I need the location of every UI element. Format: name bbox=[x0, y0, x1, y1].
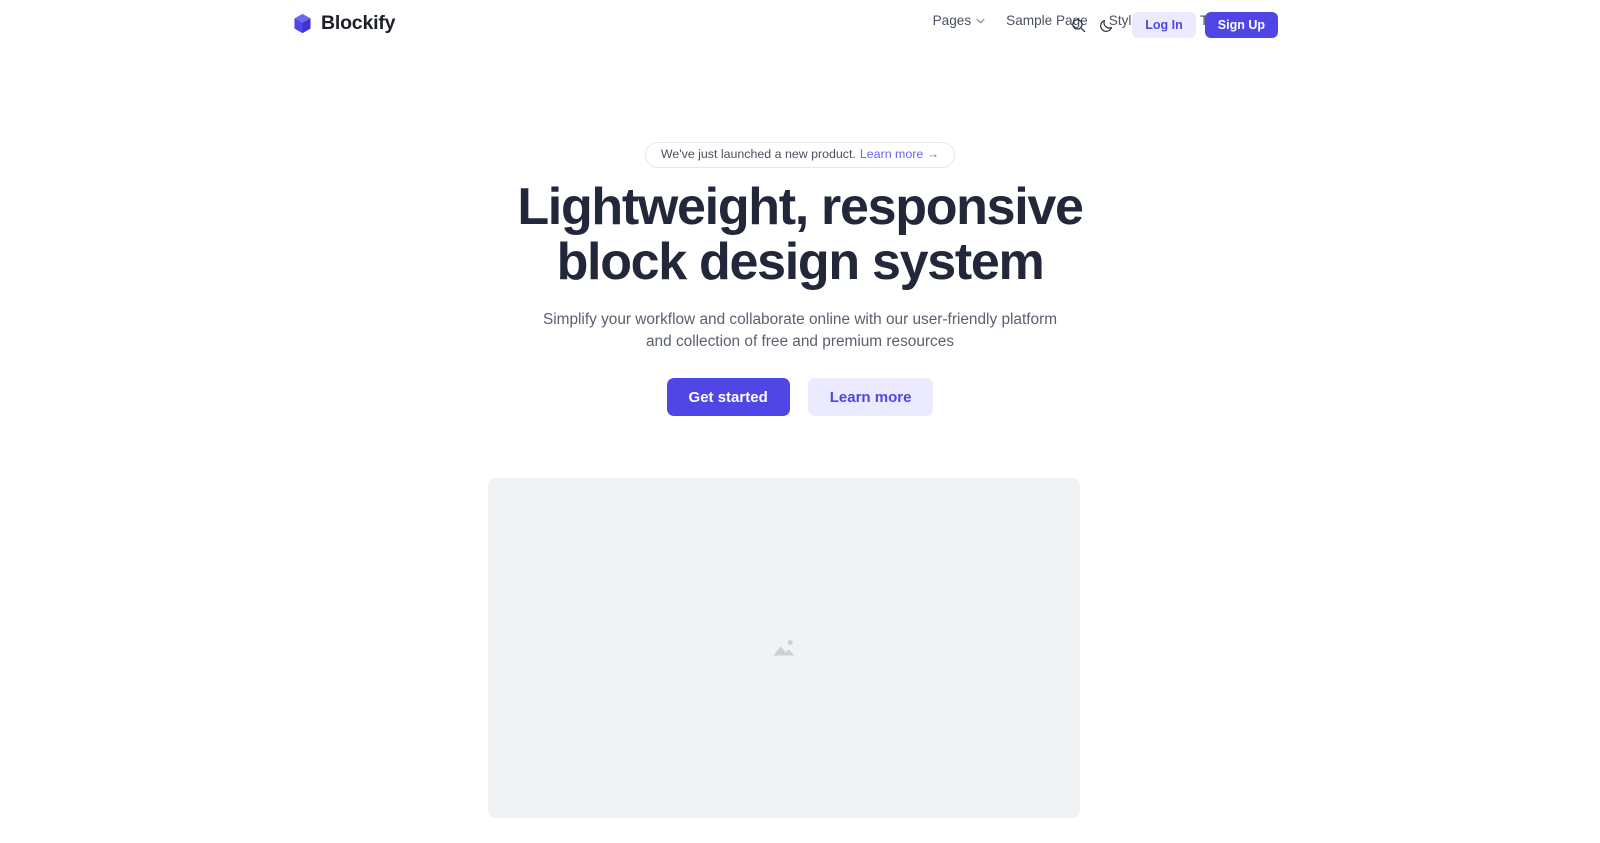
headline-line-1: Lightweight, responsive bbox=[517, 178, 1084, 236]
hero-cta-row: Get started Learn more bbox=[0, 378, 1600, 416]
header-actions: Log In Sign Up bbox=[1064, 11, 1278, 39]
chevron-down-icon bbox=[976, 18, 985, 24]
search-icon[interactable] bbox=[1064, 11, 1092, 39]
page-title: Lightweight, responsive block design sys… bbox=[0, 178, 1600, 292]
brand-logo[interactable]: Blockify bbox=[292, 12, 395, 35]
announcement-badge: We've just launched a new product. Learn… bbox=[644, 142, 956, 168]
nav-item-pages[interactable]: Pages bbox=[933, 14, 986, 28]
cube-icon bbox=[292, 12, 313, 35]
headline-line-2: block design system bbox=[556, 233, 1045, 292]
landing-page: Blockify Pages Sample Page Style Guide T… bbox=[0, 0, 1600, 843]
announcement-text: We've just launched a new product. bbox=[660, 147, 856, 161]
learn-more-button[interactable]: Learn more bbox=[807, 378, 934, 416]
nav-item-label: Pages bbox=[932, 13, 972, 28]
image-placeholder-icon bbox=[771, 635, 797, 661]
signup-button[interactable]: Sign Up bbox=[1204, 12, 1278, 38]
get-started-button[interactable]: Get started bbox=[666, 378, 790, 416]
announcement-badge-wrap: We've just launched a new product. Learn… bbox=[0, 142, 1600, 168]
moon-icon[interactable] bbox=[1092, 11, 1120, 39]
site-header: Blockify Pages Sample Page Style Guide T… bbox=[0, 0, 1600, 49]
announcement-learn-more-link[interactable]: Learn more → bbox=[860, 147, 939, 162]
hero-image-placeholder bbox=[488, 478, 1080, 818]
hero-subtitle: Simplify your workflow and collaborate o… bbox=[542, 311, 1058, 350]
brand-name: Blockify bbox=[321, 11, 396, 34]
login-button[interactable]: Log In bbox=[1132, 12, 1196, 38]
